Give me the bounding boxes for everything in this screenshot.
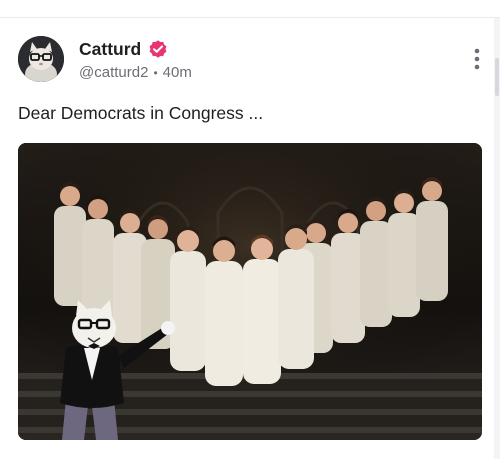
handle[interactable]: @catturd2 bbox=[79, 63, 148, 83]
name-row: Catturd bbox=[79, 38, 192, 60]
meta-row: @catturd2 • 40m bbox=[79, 63, 192, 83]
post-header: Catturd @catturd2 • 40m bbox=[18, 36, 488, 84]
meta-separator: • bbox=[153, 66, 158, 80]
scrollbar[interactable] bbox=[494, 18, 500, 459]
verified-badge-icon bbox=[149, 40, 167, 58]
vertical-ellipsis-icon bbox=[474, 48, 480, 70]
display-name[interactable]: Catturd bbox=[79, 38, 141, 60]
user-block: Catturd @catturd2 • 40m bbox=[79, 38, 192, 83]
post-text: Dear Democrats in Congress ... bbox=[18, 103, 264, 123]
cat-avatar-icon bbox=[18, 36, 64, 82]
more-options-button[interactable] bbox=[466, 46, 488, 72]
post-image[interactable] bbox=[18, 143, 482, 440]
avatar[interactable] bbox=[18, 36, 64, 82]
choir-meme-image bbox=[18, 143, 482, 440]
timestamp[interactable]: 40m bbox=[163, 63, 192, 83]
top-divider bbox=[0, 17, 500, 18]
scrollbar-thumb[interactable] bbox=[495, 58, 499, 96]
